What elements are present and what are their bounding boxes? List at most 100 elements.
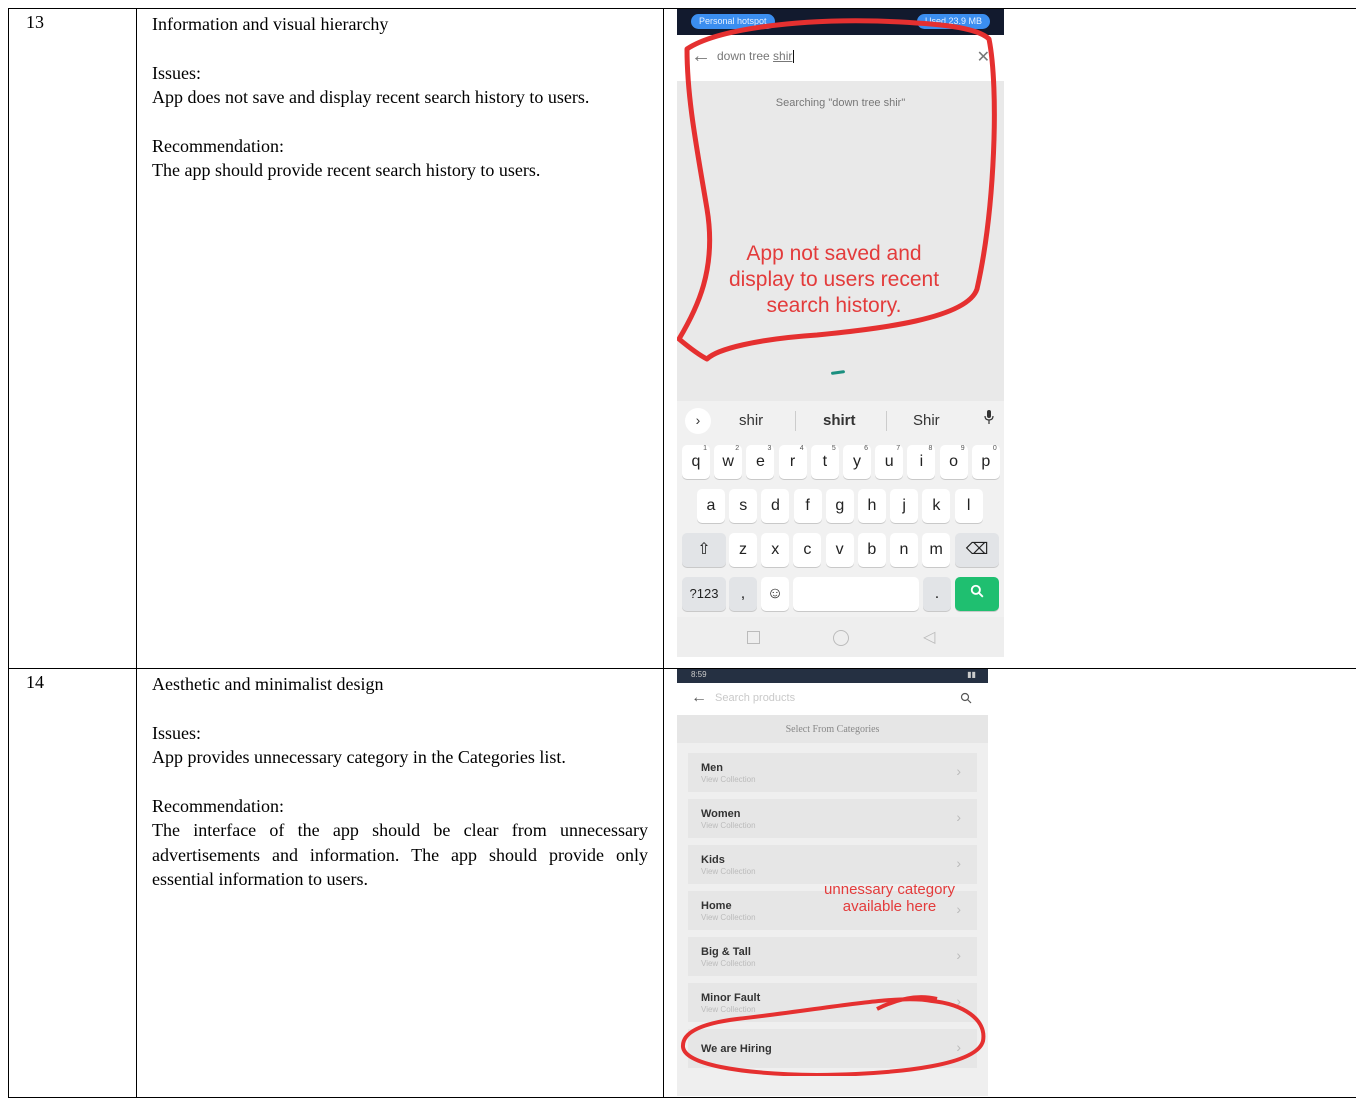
key-label: f [805,497,809,514]
keyboard-key[interactable]: f [794,489,822,523]
back-arrow-icon[interactable]: ← [691,45,711,68]
key-label: ?123 [690,586,719,601]
key-label: d [771,497,780,514]
status-bar: Personal hotspot Used 23.9 MB [677,9,1004,35]
keyboard-key[interactable]: m [922,533,950,567]
search-input[interactable]: down tree shir [717,49,794,63]
key-label: p [981,453,990,470]
keyboard-key[interactable]: i8 [907,445,935,479]
text-caret [793,50,794,63]
keyboard-key[interactable]: k [922,489,950,523]
suggestion-item[interactable]: shirt [823,412,856,429]
heuristic-heading: Aesthetic and minimalist design [152,672,648,697]
key-label: r [790,453,795,470]
red-annotation: App not saved and display to users recen… [699,241,969,319]
key-label: o [949,453,958,470]
keyboard-key[interactable]: b [858,533,886,567]
row-number: 13 [9,9,137,669]
key-label: h [868,497,877,514]
key-label: v [836,541,844,558]
backspace-icon[interactable]: ⌫ [955,533,999,567]
loading-spinner-icon [831,370,845,375]
keyboard-key[interactable]: v [826,533,854,567]
search-results-area: Searching "down tree shir" App not saved… [677,81,1004,401]
issues-label: Issues: [152,721,648,746]
row-description: Information and visual hierarchy Issues:… [137,9,664,669]
key-number-hint: 3 [767,444,771,454]
android-nav-bar [677,1076,988,1096]
recents-icon[interactable] [747,631,760,644]
keyboard-key[interactable]: j [890,489,918,523]
android-nav-bar: ◁ [677,617,1004,657]
key-label: . [935,585,939,602]
row-number: 14 [9,669,137,1098]
key-label: g [835,497,844,514]
keyboard-key[interactable]: x [761,533,789,567]
keyboard-key[interactable]: h [858,489,886,523]
spacebar[interactable] [793,577,919,611]
key-label: z [739,541,747,558]
suggestion-item[interactable]: shir [739,412,763,429]
keyboard-key[interactable]: t5 [811,445,839,479]
keyboard: q1w2e3r4t5y6u7i8o9p0asdfghjkl⇧zxcvbnm⌫?1… [677,441,1004,617]
shift-icon[interactable]: ⇧ [682,533,726,567]
categories-screenshot: 8:59 ▮▮ ← Search products Select From Ca… [677,669,988,1096]
key-label: e [756,453,765,470]
key-number-hint: 4 [800,444,804,454]
key-number-hint: 0 [993,444,997,454]
comma-key[interactable]: , [729,577,757,611]
keyboard-key[interactable]: o9 [940,445,968,479]
keyboard-key[interactable]: w2 [714,445,742,479]
expand-icon[interactable]: › [685,408,711,434]
query-prefix: down tree [717,49,773,63]
close-icon[interactable]: ✕ [977,47,990,67]
keyboard-key[interactable]: s [729,489,757,523]
key-label: m [930,541,943,558]
keyboard-key[interactable]: q1 [682,445,710,479]
search-icon[interactable] [955,577,999,611]
key-label: , [741,585,745,602]
keyboard-key[interactable]: r4 [779,445,807,479]
back-icon[interactable]: ◁ [923,627,935,647]
key-number-hint: 5 [832,444,836,454]
key-label: q [692,453,701,470]
red-circle-annotation [677,669,988,1096]
issues-text: App provides unnecessary category in the… [152,745,648,770]
keyboard-key[interactable]: g [826,489,854,523]
key-label: s [739,497,747,514]
home-icon[interactable] [833,630,849,646]
microphone-icon[interactable] [984,410,994,424]
suggestion-item[interactable]: Shir [913,412,940,429]
key-label: c [803,541,811,558]
key-label: u [885,453,894,470]
recommendation-label: Recommendation: [152,794,648,819]
table-row: 14 Aesthetic and minimalist design Issue… [9,669,1356,1098]
keyboard-key[interactable]: a [697,489,725,523]
annotation-line: App not saved and [699,241,969,267]
divider [795,411,796,431]
keyboard-key[interactable]: e3 [746,445,774,479]
recommendation-label: Recommendation: [152,134,648,159]
keyboard-key[interactable]: n [890,533,918,567]
key-number-hint: 2 [735,444,739,454]
key-label: a [707,497,716,514]
keyboard-key[interactable]: l [955,489,983,523]
period-key[interactable]: . [923,577,951,611]
keyboard-key[interactable]: c [793,533,821,567]
keyboard-key[interactable]: d [761,489,789,523]
keyboard-key[interactable]: z [729,533,757,567]
recommendation-text: The app should provide recent search his… [152,158,648,183]
key-label: i [920,453,924,470]
keyboard-key[interactable]: u7 [875,445,903,479]
annotation-line: display to users recent [699,267,969,293]
keyboard-key[interactable]: y6 [843,445,871,479]
hotspot-badge: Personal hotspot [691,14,775,29]
symbols-key[interactable]: ?123 [682,577,726,611]
screenshot-cell: Personal hotspot Used 23.9 MB ← down tre… [664,9,1356,669]
keyboard-key[interactable]: p0 [972,445,1000,479]
key-label: j [902,497,906,514]
key-label: x [771,541,779,558]
key-label: w [722,453,734,470]
emoji-icon[interactable]: ☺ [761,577,789,611]
screenshot-cell: 8:59 ▮▮ ← Search products Select From Ca… [664,669,1356,1098]
